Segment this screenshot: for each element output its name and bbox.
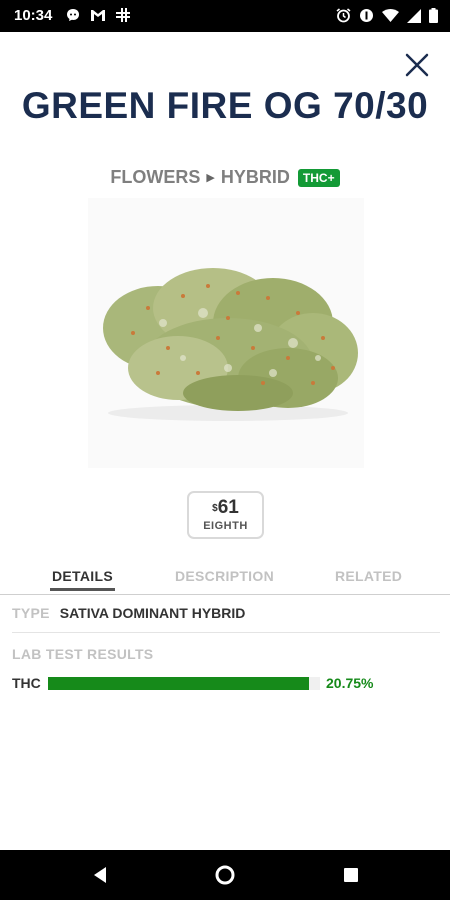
thc-label: THC: [12, 675, 41, 691]
status-time: 10:34: [14, 7, 53, 24]
type-value: SATIVA DOMINANT HYBRID: [59, 605, 246, 621]
home-icon[interactable]: [214, 864, 236, 886]
thc-value: 20.75%: [326, 675, 374, 691]
price-amount: $61: [189, 498, 262, 518]
thc-progress-fill: [48, 676, 310, 690]
thc-plus-badge: THC+: [297, 168, 340, 187]
home-button[interactable]: [214, 864, 236, 886]
close-icon[interactable]: [404, 52, 430, 78]
thc-result-row: THC 20.75%: [12, 674, 432, 692]
thc-progress-bar: [48, 676, 320, 690]
price-unit: EIGHTH: [203, 520, 248, 532]
product-title: GREEN FIRE OG 70/30: [21, 85, 429, 126]
alarm-icon: [336, 8, 351, 23]
category-label[interactable]: FLOWERS: [110, 167, 200, 188]
currency-symbol: $: [212, 503, 218, 514]
recents-icon[interactable]: [340, 864, 362, 886]
tab-details[interactable]: DETAILS: [50, 568, 115, 591]
lab-test-heading: LAB TEST RESULTS: [12, 646, 154, 662]
breadcrumb: FLOWERS ▶ HYBRID THC+: [0, 167, 450, 188]
back-button[interactable]: [90, 864, 112, 886]
status-notification-icons: [66, 8, 130, 22]
signal-icon: [407, 8, 421, 23]
recents-button[interactable]: [340, 864, 362, 886]
battery-icon: [429, 8, 438, 23]
subcategory-label[interactable]: HYBRID: [221, 167, 290, 188]
do-not-disturb-icon: [360, 9, 373, 22]
tab-related[interactable]: RELATED: [335, 568, 402, 584]
type-label: TYPE: [12, 605, 50, 621]
triangle-right-icon: ▶: [206, 172, 215, 184]
status-system-icons: [336, 8, 438, 23]
tab-description[interactable]: DESCRIPTION: [175, 568, 274, 584]
wifi-icon: [382, 8, 399, 22]
close-button[interactable]: [404, 52, 430, 78]
navigation-bar: [0, 850, 450, 900]
status-bar: 10:34: [0, 0, 450, 32]
type-row: TYPE SATIVA DOMINANT HYBRID: [12, 605, 440, 633]
price-value: 61: [217, 497, 239, 518]
slack-icon: [116, 8, 130, 22]
back-icon[interactable]: [90, 864, 112, 886]
cannabis-bud-image: [88, 198, 364, 468]
product-image: [88, 198, 364, 468]
tab-bar: DETAILS DESCRIPTION RELATED: [0, 565, 450, 595]
gmail-icon: [91, 9, 105, 21]
chat-bubble-icon: [67, 9, 79, 21]
price-option-eighth[interactable]: $61 EIGHTH: [187, 491, 264, 539]
